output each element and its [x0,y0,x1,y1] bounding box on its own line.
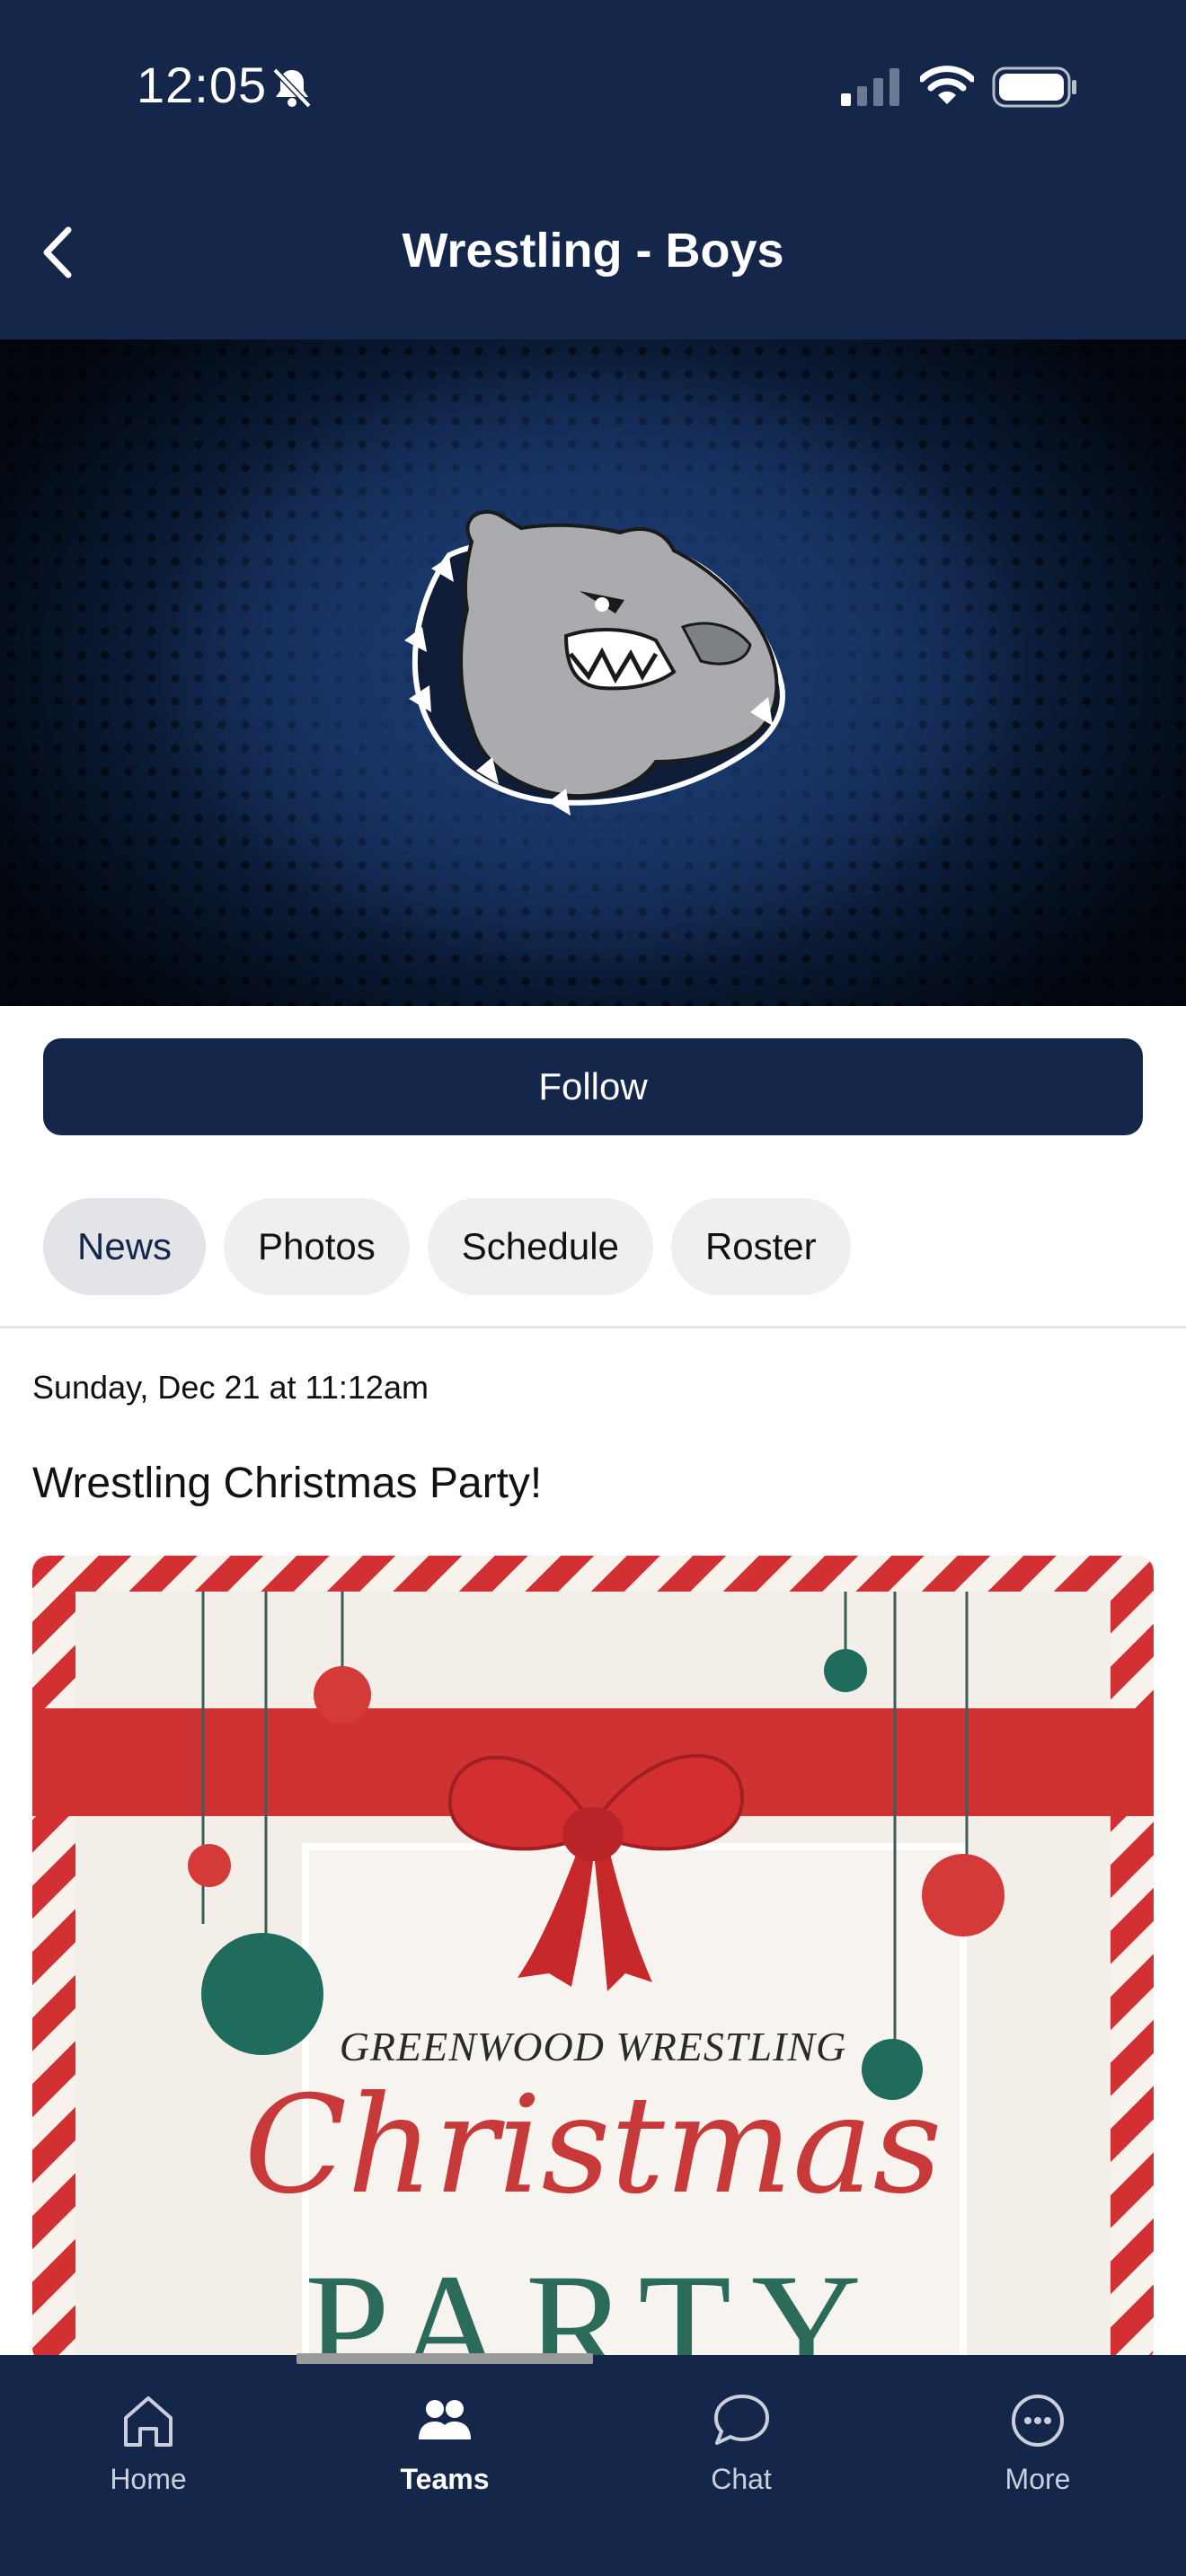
nav-home-label: Home [110,2463,187,2495]
ornament-red [314,1666,371,1724]
flyer-heading: GREENWOOD WRESTLING [339,2024,847,2069]
flyer-party-text: PARTY [305,2243,881,2364]
tab-schedule[interactable]: Schedule [427,1198,653,1295]
scroll-indicator [296,2353,593,2364]
nav-teams[interactable]: Teams [296,2355,593,2576]
bottom-navigation: Home Teams Chat More [0,2355,1186,2576]
home-icon [124,2396,173,2447]
tab-roster[interactable]: Roster [670,1198,851,1295]
flyer-script-text: Christmas [243,2068,943,2224]
follow-button[interactable]: Follow [43,1038,1143,1135]
nav-chat[interactable]: Chat [593,2355,890,2576]
ornament-red [188,1844,231,1887]
tab-news[interactable]: News [43,1198,207,1295]
signal-icon [841,68,899,106]
bell-slash-icon [272,67,312,109]
bulldog-logo [404,509,785,816]
battery-icon [992,66,1076,108]
more-icon [1012,2395,1064,2447]
content-tabs: News Photos Schedule Roster [43,1198,851,1295]
ornament-red [922,1854,1005,1936]
tab-photos[interactable]: Photos [224,1198,410,1295]
status-time: 12:05 [137,57,268,113]
page-title: Wrestling - Boys [402,224,784,278]
post-title[interactable]: Wrestling Christmas Party! [32,1459,542,1508]
team-banner [0,340,1186,1006]
post-date: Sunday, Dec 21 at 11:12am [32,1369,429,1406]
nav-teams-label: Teams [400,2463,490,2495]
nav-home[interactable]: Home [0,2355,296,2576]
teams-icon [419,2400,471,2439]
nav-more-label: More [1005,2463,1071,2495]
top-bar: 12:05 Wrestling - Boys [0,0,1186,340]
ornament-green [824,1649,867,1692]
nav-more[interactable]: More [890,2355,1186,2576]
post-image[interactable]: GREENWOOD WRESTLING Christmas PARTY [32,1556,1154,2364]
wifi-icon [920,66,974,104]
chat-icon [714,2395,769,2445]
nav-chat-label: Chat [711,2463,772,2495]
divider [0,1326,1186,1328]
